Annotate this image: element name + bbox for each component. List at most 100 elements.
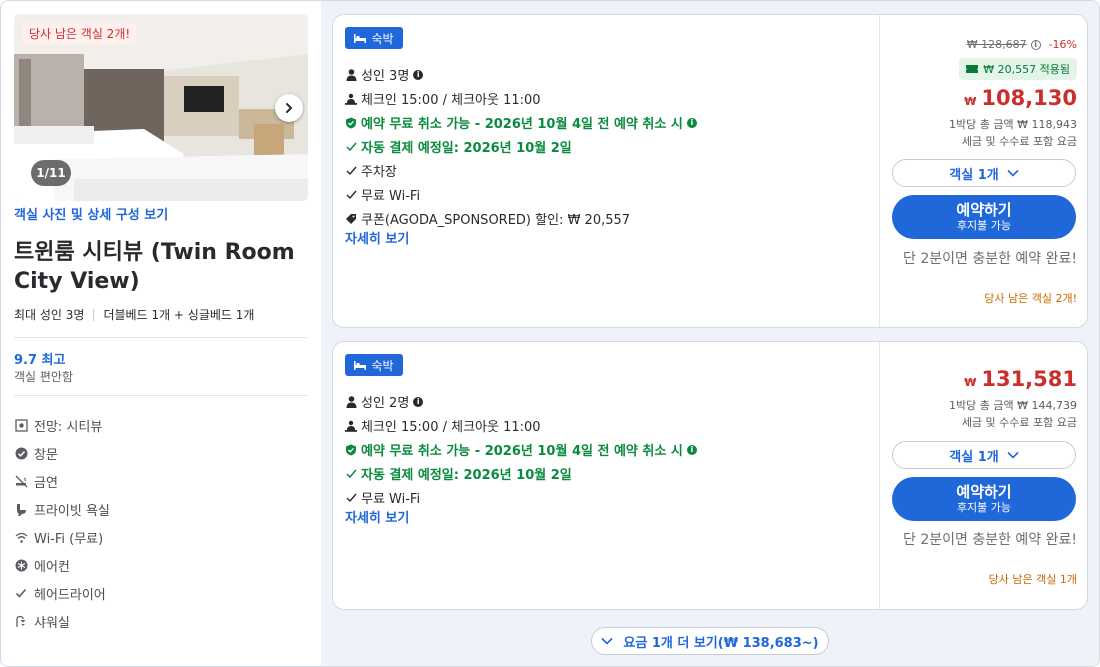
check-icon bbox=[345, 189, 357, 201]
offer-pricing: ₩ 128,687 i -16% ₩ 20,557 적용됨 ₩ 108,130 … bbox=[879, 15, 1089, 327]
total-price-note: 1박당 총 금액 ₩ 118,943 bbox=[949, 118, 1077, 131]
room-summary-panel: 당사 남은 객실 2개! 1/11 객실 사진 및 상세 구성 보기 트윈룸 시… bbox=[1, 1, 321, 666]
shield-check-icon bbox=[345, 117, 357, 129]
rooms-select[interactable]: 객실 1개 bbox=[892, 159, 1076, 187]
currency-symbol: ₩ bbox=[964, 95, 977, 108]
offers-panel: 숙박 성인 3명 i 체크인 15:00 / 체크아웃 11:00 예약 무료 … bbox=[321, 1, 1099, 666]
quick-booking-note: 단 2분이면 충분한 예약 완료! bbox=[903, 251, 1077, 267]
coupon-applied-label: ₩ 20,557 적용됨 bbox=[983, 63, 1070, 76]
review-score: 9.7 최고 bbox=[14, 353, 66, 368]
amenity-item: 프라이빗 욕실 bbox=[14, 495, 308, 523]
room-card: 당사 남은 객실 2개! 1/11 객실 사진 및 상세 구성 보기 트윈룸 시… bbox=[0, 0, 1100, 667]
coupon-label: 쿠폰(AGODA_SPONSORED) 할인: ₩ 20,557 bbox=[361, 213, 631, 228]
divider bbox=[14, 337, 308, 338]
book-button[interactable]: 예약하기 후지불 가능 bbox=[892, 477, 1076, 521]
original-price: ₩ 128,687 i -16% bbox=[967, 38, 1077, 51]
rooms-select[interactable]: 객실 1개 bbox=[892, 441, 1076, 469]
price-value: 108,130 bbox=[981, 86, 1077, 110]
checkin-info: 체크인 15:00 / 체크아웃 11:00 bbox=[345, 89, 541, 108]
chevron-down-icon bbox=[601, 637, 613, 645]
extra-item: 무료 Wi-Fi bbox=[345, 185, 420, 204]
total-price-note: 1박당 총 금액 ₩ 144,739 bbox=[949, 399, 1077, 412]
wifi-icon bbox=[14, 530, 28, 544]
amenity-item: 금연 bbox=[14, 467, 308, 495]
amenity-label: 샤워실 bbox=[34, 615, 70, 631]
payment-date-label: 자동 결제 예정일: 2026년 10월 2일 bbox=[361, 141, 572, 156]
photo-details-link[interactable]: 객실 사진 및 상세 구성 보기 bbox=[14, 204, 168, 223]
window-check-icon bbox=[14, 446, 28, 460]
details-link[interactable]: 자세히 보기 bbox=[345, 507, 409, 526]
currency-symbol: ₩ bbox=[964, 376, 977, 389]
bed-icon bbox=[354, 34, 367, 43]
checkin-label: 체크인 15:00 / 체크아웃 11:00 bbox=[361, 420, 541, 435]
original-price-value: ₩ 128,687 bbox=[966, 38, 1027, 51]
details-link[interactable]: 자세히 보기 bbox=[345, 228, 409, 247]
extra-label: 무료 Wi-Fi bbox=[361, 189, 421, 204]
payment-date: 자동 결제 예정일: 2026년 10월 2일 bbox=[345, 464, 572, 483]
extra-label: 주차장 bbox=[361, 165, 397, 180]
book-button-sublabel: 후지불 가능 bbox=[956, 501, 1012, 514]
tax-note: 세금 및 수수료 포함 요금 bbox=[961, 135, 1077, 148]
no-smoking-icon bbox=[14, 474, 28, 488]
amenity-label: 금연 bbox=[34, 475, 58, 491]
extra-label: 무료 Wi-Fi bbox=[361, 492, 421, 507]
amenity-label: 헤어드라이어 bbox=[34, 587, 106, 603]
guest-capacity: 성인 2명 i bbox=[345, 392, 424, 411]
shower-icon bbox=[14, 614, 28, 628]
coupon-info: 쿠폰(AGODA_SPONSORED) 할인: ₩ 20,557 bbox=[345, 209, 630, 228]
checkin-info: 체크인 15:00 / 체크아웃 11:00 bbox=[345, 416, 541, 435]
price-value: 131,581 bbox=[981, 367, 1077, 391]
offer-card: 숙박 성인 2명 i 체크인 15:00 / 체크아웃 11:00 예약 무료 … bbox=[332, 341, 1088, 610]
info-icon[interactable]: i bbox=[413, 396, 424, 407]
rooms-select-value: 객실 1개 bbox=[949, 167, 999, 183]
payment-date-label: 자동 결제 예정일: 2026년 10월 2일 bbox=[361, 468, 572, 483]
amenity-label: Wi-Fi (무료) bbox=[34, 531, 104, 547]
info-icon[interactable]: i bbox=[686, 117, 697, 128]
free-cancellation: 예약 무료 취소 가능 - 2026년 10월 4일 전 예약 취소 시 i bbox=[345, 440, 697, 459]
book-button-sublabel: 후지불 가능 bbox=[956, 219, 1012, 232]
concierge-icon bbox=[345, 93, 357, 105]
guest-capacity: 성인 3명 i bbox=[345, 65, 424, 84]
guest-capacity-label: 성인 2명 bbox=[361, 396, 410, 411]
check-icon bbox=[14, 586, 28, 600]
amenity-label: 에어컨 bbox=[34, 559, 70, 575]
chevron-down-icon bbox=[1007, 169, 1019, 177]
show-more-rates-button[interactable]: 요금 1개 더 보기(₩ 138,683~) bbox=[591, 627, 829, 655]
room-meta: 최대 성인 3명 더블베드 1개 + 싱글베드 1개 bbox=[14, 306, 254, 323]
bed-config: 더블베드 1개 + 싱글베드 1개 bbox=[103, 308, 255, 322]
person-icon bbox=[345, 68, 357, 81]
amenity-item: 헤어드라이어 bbox=[14, 579, 308, 607]
show-more-label: 요금 1개 더 보기(₩ 138,683~) bbox=[623, 635, 819, 651]
chevron-down-icon bbox=[1007, 451, 1019, 459]
coupon-applied-badge: ₩ 20,557 적용됨 bbox=[959, 58, 1077, 80]
guest-capacity-label: 성인 3명 bbox=[361, 69, 410, 84]
price: ₩ 131,581 bbox=[964, 367, 1077, 391]
toilet-icon bbox=[14, 502, 28, 516]
info-icon[interactable]: i bbox=[686, 444, 697, 455]
check-icon bbox=[345, 492, 357, 504]
price: ₩ 108,130 bbox=[964, 86, 1077, 110]
offer-details: 숙박 성인 2명 i 체크인 15:00 / 체크아웃 11:00 예약 무료 … bbox=[333, 342, 879, 609]
book-button-label: 예약하기 bbox=[956, 483, 1012, 501]
book-button[interactable]: 예약하기 후지불 가능 bbox=[892, 195, 1076, 239]
concierge-icon bbox=[345, 420, 357, 432]
scarcity-tag: 당사 남은 객실 2개! bbox=[23, 23, 137, 44]
amenity-list: 전망: 시티뷰 창문 금연 프라이빗 욕실 Wi-Fi (무료) 에어컨 헤어드… bbox=[14, 411, 308, 635]
chevron-right-icon bbox=[286, 103, 293, 113]
ticket-icon bbox=[966, 65, 979, 73]
quick-booking-note: 단 2분이면 충분한 예약 완료! bbox=[903, 532, 1077, 548]
info-icon[interactable]: i bbox=[1030, 39, 1041, 50]
bed-icon bbox=[354, 361, 367, 370]
amenity-label: 전망: 시티뷰 bbox=[34, 419, 103, 435]
view-icon bbox=[14, 418, 28, 432]
amenity-label: 프라이빗 욕실 bbox=[34, 503, 110, 519]
next-photo-button[interactable] bbox=[275, 94, 303, 122]
rooms-select-value: 객실 1개 bbox=[949, 449, 999, 465]
rooms-left-note: 당사 남은 객실 1개 bbox=[988, 573, 1077, 586]
meta-separator bbox=[93, 308, 95, 321]
snowflake-icon bbox=[14, 558, 28, 572]
info-icon[interactable]: i bbox=[413, 69, 424, 80]
stay-badge-label: 숙박 bbox=[371, 31, 394, 46]
check-icon bbox=[345, 468, 357, 480]
rooms-left-note: 당사 남은 객실 2개! bbox=[984, 292, 1077, 305]
